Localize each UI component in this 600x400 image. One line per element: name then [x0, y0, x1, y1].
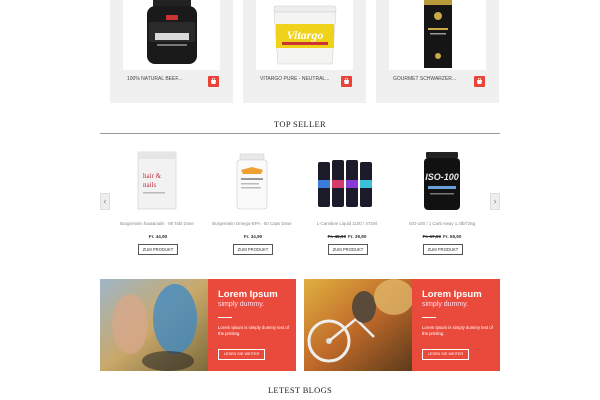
product-image[interactable]	[123, 0, 220, 70]
svg-text:hair &: hair &	[143, 172, 162, 180]
svg-text:nails: nails	[143, 181, 156, 189]
chevron-left-icon: ‹	[103, 196, 107, 206]
svg-text:Vitargo: Vitargo	[287, 28, 324, 42]
banner-title: Lorem Ipsum	[422, 289, 482, 300]
banner-text-panel: Lorem Ipsum simply dummy. Lorem Ipsum is…	[412, 279, 500, 371]
read-more-button[interactable]: LESEN SIE WEITER	[422, 349, 469, 360]
banner-subtitle: simply dummy.	[422, 301, 469, 308]
product-name[interactable]: L-Carnitine Liquid 1100 / 473ml	[301, 221, 393, 226]
top-seller-carousel: ‹ › hair & nails Burgerstein haut&nails …	[100, 140, 500, 265]
carousel-prev-button[interactable]: ‹	[100, 193, 110, 210]
current-price: Fr. 59,90	[443, 234, 462, 239]
product-price: Fr. 34,90	[206, 234, 298, 239]
chevron-right-icon: ›	[493, 196, 497, 206]
cart-icon	[344, 78, 349, 84]
add-to-cart-button[interactable]	[341, 76, 352, 87]
section-divider	[100, 133, 500, 134]
view-product-button[interactable]: ZUM PRODUKT	[328, 244, 368, 255]
product-image[interactable]	[206, 140, 298, 212]
cyclist-photo	[304, 279, 414, 371]
old-price: Fr. 67,00	[422, 234, 441, 239]
read-more-button[interactable]: LESEN SIE WEITER	[218, 349, 265, 360]
product-name[interactable]: GOURMET SCHWARZER...	[393, 76, 465, 83]
banner-description: Lorem Ipsum is simply dummy text of the …	[218, 325, 289, 336]
current-price: Fr. 34,90	[243, 234, 263, 239]
promo-banner[interactable]: Lorem Ipsum simply dummy. Lorem Ipsum is…	[100, 279, 296, 371]
cart-icon	[477, 78, 482, 84]
carousel-next-button[interactable]: ›	[490, 193, 500, 210]
product-image[interactable]: hair & nails	[111, 140, 203, 212]
product-card[interactable]: Vitargo VITARGO PURE - NEUTRAL...	[243, 0, 366, 103]
banner-title: Lorem Ipsum	[218, 289, 278, 300]
svg-text:ISO-100: ISO-100	[425, 172, 459, 182]
banner-divider	[218, 317, 232, 318]
product-card[interactable]: GOURMET SCHWARZER...	[376, 0, 499, 103]
runners-photo	[100, 279, 210, 371]
product-image[interactable]	[389, 0, 486, 70]
view-product-button[interactable]: ZUM PRODUKT	[138, 244, 178, 255]
banner-description: Lorem Ipsum is simply dummy text of the …	[422, 325, 493, 336]
current-price: Fr. 39,90	[348, 234, 367, 239]
seller-item[interactable]: ISO-100 ISO-100 / 1 Carb Away 1.4lb/726g…	[396, 140, 488, 265]
section-title-top-seller: TOP SELLER	[274, 119, 326, 129]
product-name[interactable]: Burgerstein haut&nails · 90 Tabl Dose	[111, 221, 203, 226]
section-title-latest-blogs: LETEST BLOGS	[267, 385, 333, 395]
view-product-button[interactable]: ZUM PRODUKT	[233, 244, 273, 255]
banner-subtitle: simply dummy.	[218, 301, 265, 308]
top-product-row: 100% NATURAL BEEF... Vitargo VITARGO PUR…	[110, 0, 500, 103]
product-name[interactable]: 100% NATURAL BEEF...	[127, 76, 199, 83]
promo-banner[interactable]: Lorem Ipsum simply dummy. Lorem Ipsum is…	[304, 279, 500, 371]
banner-divider	[422, 317, 436, 318]
product-price: Fr. 67,00 Fr. 59,90	[396, 234, 488, 239]
banner-text-panel: Lorem Ipsum simply dummy. Lorem Ipsum is…	[208, 279, 296, 371]
product-price: Fr. 48,90 Fr. 39,90	[301, 234, 393, 239]
seller-item[interactable]: hair & nails Burgerstein haut&nails · 90…	[111, 140, 203, 265]
add-to-cart-button[interactable]	[474, 76, 485, 87]
product-name[interactable]: ISO-100 / 1 Carb Away 1.4lb/726g	[396, 221, 488, 226]
add-to-cart-button[interactable]	[208, 76, 219, 87]
seller-item[interactable]: L-Carnitine Liquid 1100 / 473ml Fr. 48,9…	[301, 140, 393, 265]
current-price: Fr. 44,90	[148, 234, 168, 239]
product-image[interactable]: Vitargo	[256, 0, 353, 70]
product-name[interactable]: VITARGO PURE - NEUTRAL...	[260, 76, 332, 83]
seller-item[interactable]: Burgerstein Omega-EPA · 50 Caps Dose Fr.…	[206, 140, 298, 265]
product-price: Fr. 44,90	[111, 234, 203, 239]
product-image[interactable]	[301, 140, 393, 212]
cart-icon	[211, 78, 216, 84]
view-product-button[interactable]: ZUM PRODUKT	[423, 244, 463, 255]
product-image[interactable]: ISO-100	[396, 140, 488, 212]
product-name[interactable]: Burgerstein Omega-EPA · 50 Caps Dose	[206, 221, 298, 226]
product-card[interactable]: 100% NATURAL BEEF...	[110, 0, 233, 103]
old-price: Fr. 48,90	[327, 234, 346, 239]
